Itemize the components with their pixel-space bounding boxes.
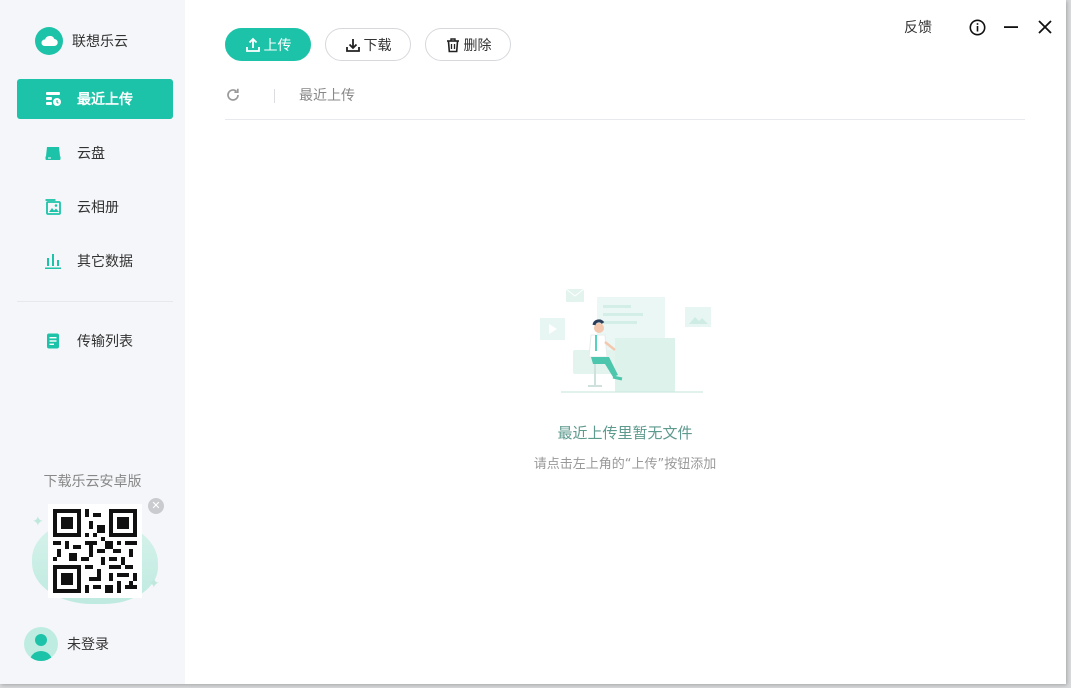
trash-icon [445, 37, 461, 53]
refresh-icon[interactable] [225, 87, 243, 105]
chart-icon [43, 251, 63, 271]
delete-label: 删除 [463, 37, 492, 54]
qr-code [48, 504, 142, 598]
sidebar-item-drive[interactable]: 云盘 [17, 133, 173, 173]
download-label: 下载 [363, 37, 392, 54]
main-content: 上传 下载 删除 反馈 最近上传 最近上传里暂无文件 请点击左上角的“上传”按钮… [185, 0, 1066, 684]
avatar [24, 627, 58, 661]
sidebar-nav-secondary: 传输列表 [17, 321, 173, 375]
minimize-icon[interactable] [1002, 18, 1020, 36]
empty-state-illustration [515, 282, 735, 398]
cloud-logo-icon [35, 27, 63, 55]
drive-icon [43, 143, 63, 163]
sparkle-icon: ✦ [148, 576, 160, 592]
sidebar-item-album[interactable]: 云相册 [17, 187, 173, 227]
sidebar-item-label: 最近上传 [77, 92, 133, 108]
window-controls: 反馈 [904, 17, 1054, 37]
sidebar-item-label: 传输列表 [77, 334, 133, 350]
sidebar-item-other-data[interactable]: 其它数据 [17, 241, 173, 281]
breadcrumb: 最近上传 [225, 86, 1025, 120]
upload-button[interactable]: 上传 [225, 28, 311, 61]
sidebar-nav: 最近上传 云盘 云相册 其它数据 [17, 79, 173, 295]
info-icon[interactable] [968, 18, 986, 36]
user-profile[interactable]: 未登录 [24, 627, 109, 661]
empty-state-title: 最近上传里暂无文件 [557, 424, 693, 442]
sidebar-item-transfer-list[interactable]: 传输列表 [17, 321, 173, 361]
upload-label: 上传 [263, 37, 292, 54]
app-name: 联想乐云 [72, 34, 128, 50]
android-promo: ✦ ✦ ✕ [28, 498, 168, 610]
breadcrumb-separator [274, 89, 275, 103]
sidebar-item-label: 其它数据 [77, 254, 133, 270]
brand: 联想乐云 [35, 27, 128, 55]
delete-button[interactable]: 删除 [425, 28, 511, 61]
close-icon[interactable] [1036, 18, 1054, 36]
upload-icon [245, 37, 261, 53]
sparkle-icon: ✦ [32, 514, 44, 530]
app-window: 联想乐云 最近上传 云盘 云相册 其它数据 传输列表 下载乐云安卓版 ✦ ✦ ✕… [0, 0, 1066, 684]
sidebar: 联想乐云 最近上传 云盘 云相册 其它数据 传输列表 下载乐云安卓版 ✦ ✦ ✕… [0, 0, 185, 684]
sidebar-item-label: 云盘 [77, 146, 105, 162]
toolbar: 上传 下载 删除 [225, 28, 525, 61]
recent-upload-icon [43, 89, 63, 109]
promo-title: 下载乐云安卓版 [43, 474, 142, 490]
download-button[interactable]: 下载 [325, 28, 411, 61]
empty-state-subtitle: 请点击左上角的“上传”按钮添加 [533, 457, 717, 472]
user-name: 未登录 [67, 637, 109, 653]
download-icon [345, 37, 361, 53]
feedback-link[interactable]: 反馈 [904, 17, 932, 37]
sidebar-item-recent-upload[interactable]: 最近上传 [17, 79, 173, 119]
promo-close-button[interactable]: ✕ [148, 498, 164, 514]
album-icon [43, 197, 63, 217]
sidebar-item-label: 云相册 [77, 200, 119, 216]
breadcrumb-current: 最近上传 [299, 88, 355, 104]
sidebar-divider [17, 301, 173, 302]
transfer-list-icon [43, 331, 63, 351]
